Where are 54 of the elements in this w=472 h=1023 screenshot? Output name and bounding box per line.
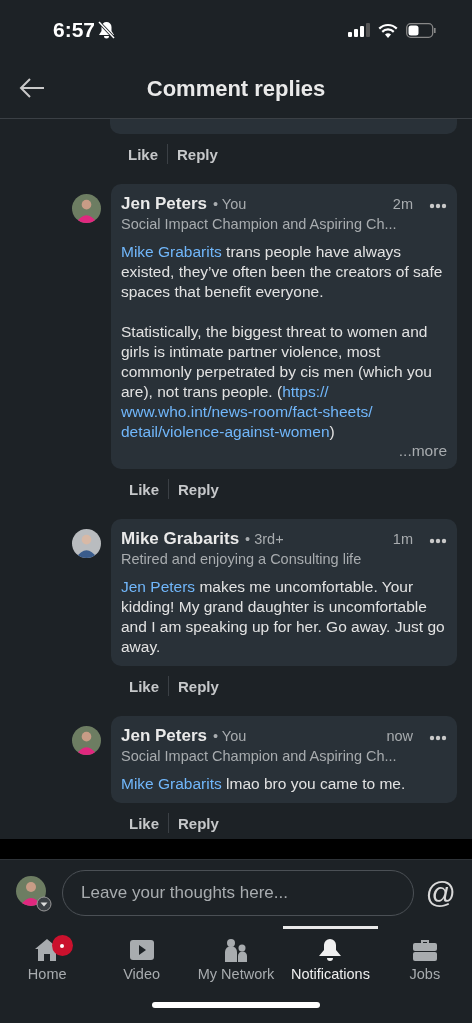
clock-time: 6:57 xyxy=(53,18,96,42)
mention-button[interactable]: @ xyxy=(425,876,456,910)
nav-tab[interactable]: My Network xyxy=(188,926,284,990)
reply-button[interactable]: Reply xyxy=(169,814,228,832)
see-more-link[interactable]: ...more xyxy=(398,442,447,460)
reply-button[interactable]: Reply xyxy=(169,480,228,498)
more-options-icon[interactable] xyxy=(429,538,447,544)
page-title: Comment replies xyxy=(146,76,326,102)
comment-time: now xyxy=(386,728,413,744)
battery-icon xyxy=(406,22,436,38)
nav-tab[interactable]: Home xyxy=(0,926,95,990)
author-headline: Social Impact Champion and Aspiring Ch... xyxy=(121,748,398,764)
wifi-icon xyxy=(378,22,398,38)
nav-tab[interactable]: Video xyxy=(94,926,189,990)
connection-degree: • 3rd+ xyxy=(245,531,284,547)
like-button[interactable]: Like xyxy=(120,480,168,498)
comment-text: Statistically, the biggest threat to women and girls is intimate partner violence, most commonly perpetrated by cis men (which you are), not trans people. (https:// www.who.int/news-room/fact-sheets/ detail/violence-against-women) xyxy=(121,322,433,442)
comment-text: Mike Grabarits trans people have always existed, they’ve often been the creators of safe spaces that benefit everyone. xyxy=(121,242,444,302)
avatar xyxy=(16,876,46,906)
comment-input[interactable]: Leave your thoughts here... xyxy=(62,870,414,916)
like-button[interactable]: Like xyxy=(119,145,167,163)
video-icon xyxy=(128,938,155,962)
connection-degree: • You xyxy=(213,196,247,212)
avatar xyxy=(72,726,101,755)
author-name[interactable]: Jen Peters xyxy=(121,194,207,214)
back-button[interactable] xyxy=(18,76,46,100)
comment-time: 2m xyxy=(392,196,413,212)
nav-tab[interactable]: Jobs xyxy=(377,926,472,990)
article-link[interactable]: https:// xyxy=(282,383,329,400)
more-options-icon[interactable] xyxy=(429,203,447,209)
people-icon xyxy=(224,938,248,962)
connection-degree: • You xyxy=(213,728,247,744)
nav-tab[interactable]: Notifications xyxy=(283,926,378,990)
reply-button[interactable]: Reply xyxy=(168,145,227,163)
more-options-icon[interactable] xyxy=(429,735,447,741)
muted-bell-icon xyxy=(98,21,116,39)
avatar xyxy=(72,529,101,558)
author-name[interactable]: Jen Peters xyxy=(121,726,207,746)
author-headline: Retired and enjoying a Consulting life xyxy=(121,551,363,567)
signal-icon xyxy=(348,23,370,37)
like-button[interactable]: Like xyxy=(120,814,168,832)
author-headline: Social Impact Champion and Aspiring Ch... xyxy=(121,216,398,232)
bell-icon xyxy=(317,938,344,962)
briefcase-icon xyxy=(411,938,438,962)
like-button[interactable]: Like xyxy=(120,677,168,695)
comment-text: Jen Peters makes me uncomfortable. Your kidding! My grand daughter is uncomfortable and I am speaking up for her. Go away. Just go away. xyxy=(121,577,446,657)
author-name[interactable]: Mike Grabarits xyxy=(121,529,240,549)
avatar xyxy=(72,194,101,223)
dropdown-icon[interactable] xyxy=(36,896,52,912)
article-link[interactable]: detail/violence-against-women xyxy=(121,423,330,440)
article-link[interactable]: www.who.int/news-room/fact-sheets/ xyxy=(121,403,373,420)
comment-text: Mike Grabarits lmao bro you came to me. xyxy=(121,774,407,794)
reply-button[interactable]: Reply xyxy=(169,677,228,695)
comment-time: 1m xyxy=(392,531,413,547)
